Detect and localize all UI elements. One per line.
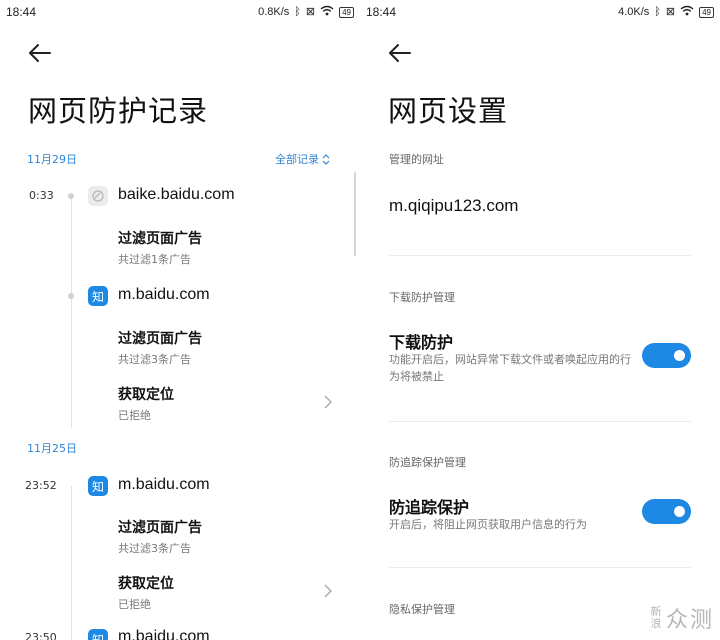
chevron-right-icon[interactable] <box>322 394 334 410</box>
page-title: 网页防护记录 <box>28 94 209 128</box>
bluetooth-icon: ᛒ <box>654 6 661 18</box>
event-title[interactable]: 获取定位 <box>118 384 174 404</box>
back-arrow-icon[interactable] <box>28 42 52 64</box>
web-settings-screen: 18:44 4.0K/s ᛒ ⊠ 49 网页设置 管理的网址 m.qiqipu1… <box>360 0 720 640</box>
back-arrow-icon[interactable] <box>388 42 412 64</box>
watermark-small: 新浪 <box>650 605 662 630</box>
event-title: 过滤页面广告 <box>118 520 202 536</box>
site-domain[interactable]: m.baidu.com <box>118 628 210 640</box>
zhihu-icon: 知 <box>88 286 108 306</box>
site-domain[interactable]: baike.baidu.com <box>118 186 235 204</box>
chevron-right-icon[interactable] <box>322 583 334 599</box>
wifi-icon <box>320 5 334 19</box>
scrollbar[interactable] <box>354 172 356 256</box>
setting-description: 功能开启后，网站异常下载文件或者唤起应用的行为将被禁止 <box>389 353 631 383</box>
section-header: 防追踪保护管理 <box>389 456 466 469</box>
sim-off-icon: ⊠ <box>305 6 316 18</box>
event-title[interactable]: 获取定位 <box>118 573 174 593</box>
sim-off-icon: ⊠ <box>665 6 676 18</box>
divider <box>389 567 691 568</box>
event-title: 过滤页面广告 <box>118 331 202 347</box>
toggle-knob <box>674 506 685 517</box>
network-speed: 0.8K/s <box>258 6 290 18</box>
zhihu-icon: 知 <box>88 629 108 640</box>
event-subtitle: 共过滤3条广告 <box>118 353 191 366</box>
setting-title: 防追踪保护 <box>389 498 470 517</box>
bluetooth-icon: ᛒ <box>294 6 301 18</box>
battery-icon: 49 <box>699 6 714 18</box>
status-time: 18:44 <box>6 5 37 19</box>
managed-url: m.qiqipu123.com <box>389 196 519 215</box>
status-right: 4.0K/s ᛒ ⊠ 49 <box>618 5 714 19</box>
entry-time: 23:52 <box>25 479 57 492</box>
site-favicon-icon <box>88 186 108 206</box>
setting-title: 下载防护 <box>389 333 454 352</box>
entry-time: 23:50 <box>25 631 57 640</box>
protection-log-screen: 18:44 0.8K/s ᛒ ⊠ 49 网页防护记录 11月29日 全部记录 0… <box>0 0 360 640</box>
filter-dropdown[interactable]: 全部记录 <box>275 151 330 167</box>
section-header: 下载防护管理 <box>389 291 455 304</box>
timeline-line <box>71 198 72 428</box>
status-time: 18:44 <box>366 5 397 19</box>
filter-label: 全部记录 <box>275 153 319 166</box>
sort-chevron-icon <box>322 153 330 165</box>
divider <box>389 421 691 422</box>
divider <box>389 255 691 256</box>
date-header: 11月25日 <box>27 442 77 455</box>
event-subtitle: 已拒绝 <box>118 598 151 611</box>
page-title: 网页设置 <box>388 94 509 128</box>
status-bar: 18:44 0.8K/s ᛒ ⊠ 49 <box>0 0 360 24</box>
download-protection-toggle[interactable] <box>642 343 691 368</box>
section-header: 隐私保护管理 <box>389 603 455 616</box>
timeline-dot <box>68 193 74 199</box>
entry-time: 0:33 <box>29 189 54 202</box>
timeline-dot <box>68 293 74 299</box>
site-domain[interactable]: m.baidu.com <box>118 476 210 494</box>
network-speed: 4.0K/s <box>618 6 650 18</box>
watermark: 新浪 众测 <box>650 602 714 634</box>
event-subtitle: 共过滤3条广告 <box>118 542 191 555</box>
zhihu-icon: 知 <box>88 476 108 496</box>
setting-description: 开启后，将阻止网页获取用户信息的行为 <box>389 518 587 531</box>
status-right: 0.8K/s ᛒ ⊠ 49 <box>258 5 354 19</box>
wifi-icon <box>680 5 694 19</box>
watermark-big: 众测 <box>665 608 714 633</box>
event-subtitle: 共过滤1条广告 <box>118 253 191 266</box>
section-header: 管理的网址 <box>389 153 444 166</box>
event-subtitle: 已拒绝 <box>118 409 151 422</box>
battery-icon: 49 <box>339 6 354 18</box>
site-domain[interactable]: m.baidu.com <box>118 286 210 304</box>
event-title: 过滤页面广告 <box>118 231 202 247</box>
anti-tracking-toggle[interactable] <box>642 499 691 524</box>
timeline-line <box>71 486 72 640</box>
date-header: 11月29日 <box>27 153 77 166</box>
toggle-knob <box>674 350 685 361</box>
status-bar: 18:44 4.0K/s ᛒ ⊠ 49 <box>360 0 720 24</box>
